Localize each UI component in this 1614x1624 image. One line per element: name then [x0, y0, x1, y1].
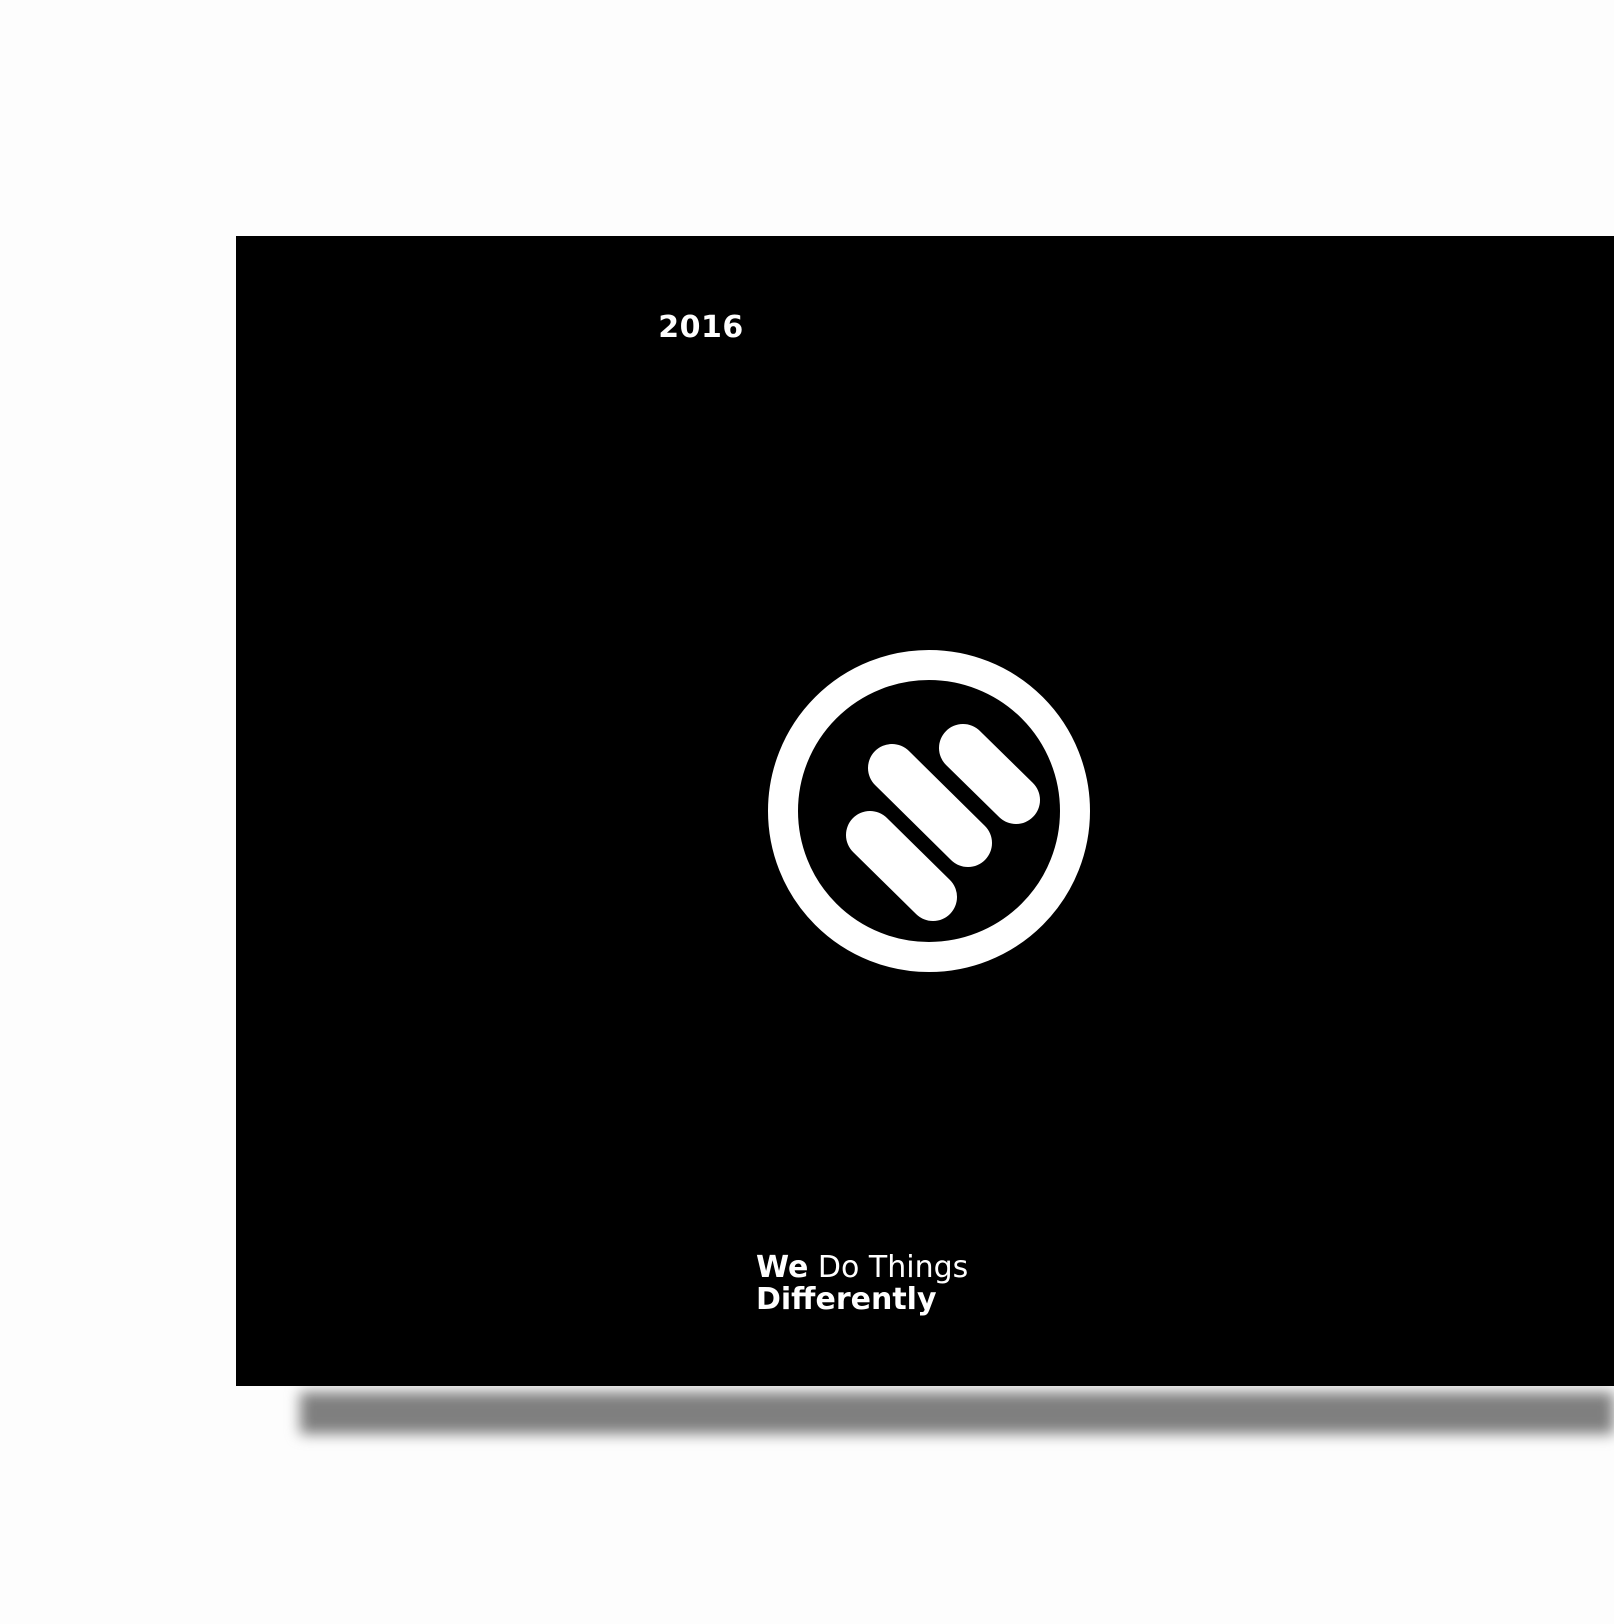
- page: 2016 We Do Things Differently: [0, 0, 1614, 1624]
- year-label: 2016: [658, 310, 744, 345]
- card-shadow: [300, 1392, 1614, 1434]
- tagline-line-1: We Do Things: [756, 1252, 968, 1284]
- tagline-we: We: [756, 1250, 809, 1285]
- brand-circle-logo-icon: [768, 650, 1090, 972]
- tagline-line-2: Differently: [756, 1282, 937, 1317]
- tagline: We Do Things Differently: [756, 1252, 968, 1316]
- tagline-do-things: Do Things: [808, 1250, 969, 1285]
